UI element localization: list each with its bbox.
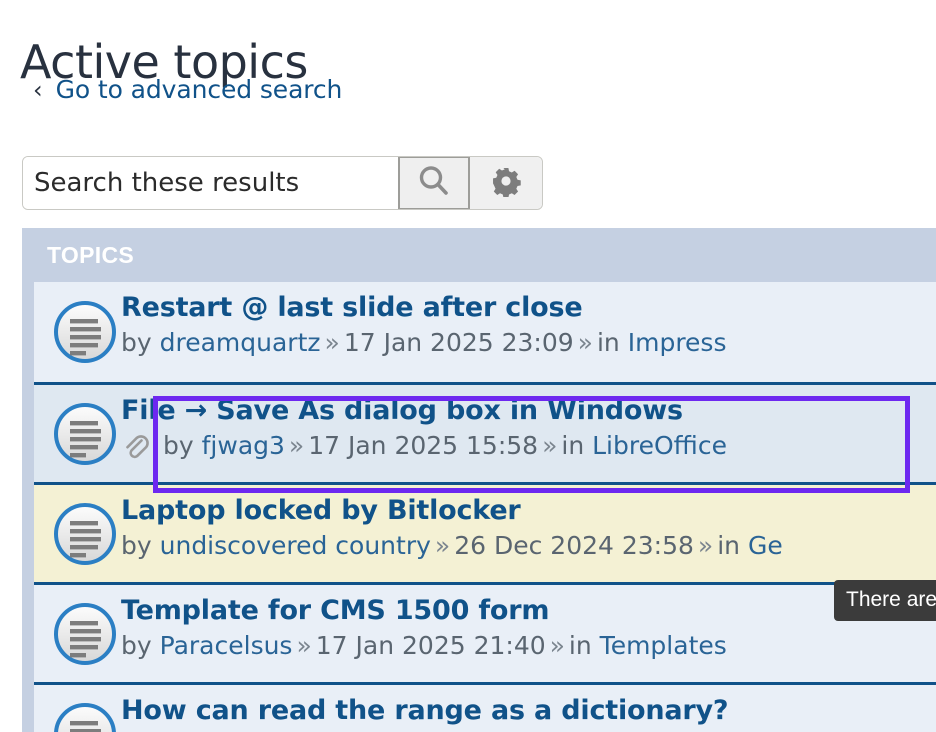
search-input[interactable] — [23, 157, 398, 209]
chevron-left-icon: ‹ — [33, 75, 43, 104]
paperclip-icon — [121, 432, 149, 460]
topic-date: 17 Jan 2025 23:09 — [343, 327, 574, 357]
topic-title-link[interactable]: File → Save As dialog box in Windows — [121, 395, 936, 428]
topic-document-icon — [49, 385, 121, 482]
search-submit-button[interactable] — [398, 157, 470, 209]
topic-row-body: How can read the range as a dictionary? — [121, 685, 936, 728]
topic-title-link[interactable]: Template for CMS 1500 form — [121, 595, 936, 628]
by-label: by — [163, 430, 194, 460]
by-label: by — [121, 630, 152, 660]
meta-separator: » — [296, 630, 312, 660]
meta-separator: » — [434, 530, 451, 560]
topic-row-body: Restart @ last slide after close by drea… — [121, 282, 936, 358]
topic-forum-link[interactable]: Templates — [600, 630, 727, 661]
topic-meta: by Paracelsus » 17 Jan 2025 21:40 » in T… — [121, 630, 936, 661]
topic-date: 17 Jan 2025 15:58 — [308, 430, 539, 460]
table-row[interactable]: How can read the range as a dictionary? — [34, 682, 936, 732]
topic-date: 26 Dec 2024 23:58 — [454, 530, 694, 560]
table-row[interactable]: Laptop locked by Bitlocker by undiscover… — [34, 482, 936, 582]
topic-list-header: TOPICS — [34, 228, 936, 282]
page-root: Active topics ‹ Go to advanced search Se… — [0, 0, 936, 732]
topic-meta: by undiscovered country » 26 Dec 2024 23… — [121, 530, 936, 561]
search-icon — [417, 164, 451, 202]
advanced-search-row: ‹ Go to advanced search — [33, 75, 342, 104]
topic-forum-link[interactable]: Ge — [748, 530, 783, 561]
topic-document-icon — [49, 585, 121, 682]
meta-separator: » — [549, 630, 565, 660]
in-label: in — [717, 530, 740, 560]
table-row[interactable]: Restart @ last slide after close by drea… — [34, 282, 936, 382]
topic-row-body: Laptop locked by Bitlocker by undiscover… — [121, 485, 936, 561]
topic-author-link[interactable]: fjwag3 — [202, 430, 285, 461]
topic-author-link[interactable]: undiscovered country — [160, 530, 431, 561]
advanced-search-link[interactable]: Go to advanced search — [56, 75, 343, 104]
topic-title-link[interactable]: Laptop locked by Bitlocker — [121, 495, 936, 528]
topic-document-icon — [49, 282, 121, 382]
topic-document-icon — [49, 685, 121, 732]
gear-icon — [490, 165, 522, 201]
meta-separator: » — [542, 430, 558, 460]
topic-title-link[interactable]: How can read the range as a dictionary? — [121, 695, 936, 728]
by-label: by — [121, 327, 152, 357]
meta-separator: » — [324, 327, 340, 357]
topic-list-panel: TOPICS Restart @ last slide after close … — [22, 228, 936, 732]
table-row[interactable]: File → Save As dialog box in Windows by … — [34, 382, 936, 482]
topic-meta: by fjwag3 » 17 Jan 2025 15:58 » in Libre… — [121, 430, 936, 461]
search-box — [22, 156, 543, 210]
in-label: in — [561, 430, 585, 460]
topic-title-link[interactable]: Restart @ last slide after close — [121, 292, 936, 325]
by-label: by — [121, 530, 152, 560]
meta-separator: » — [288, 430, 305, 460]
search-options-button[interactable] — [470, 157, 542, 209]
topic-row-body: Template for CMS 1500 form by Paracelsus… — [121, 585, 936, 661]
topic-document-icon — [49, 485, 121, 582]
topic-row-body: File → Save As dialog box in Windows by … — [121, 385, 936, 461]
in-label: in — [568, 630, 592, 660]
topic-rows: Restart @ last slide after close by drea… — [34, 282, 936, 732]
topic-author-link[interactable]: Paracelsus — [160, 630, 293, 661]
meta-separator: » — [697, 530, 714, 560]
topic-date: 17 Jan 2025 21:40 — [315, 630, 546, 660]
topic-author-link[interactable]: dreamquartz — [160, 327, 321, 358]
table-row[interactable]: Template for CMS 1500 form by Paracelsus… — [34, 582, 936, 682]
in-label: in — [596, 327, 620, 357]
tooltip: There are — [834, 580, 936, 621]
topic-meta: by dreamquartz » 17 Jan 2025 23:09 » in … — [121, 327, 936, 358]
topic-forum-link[interactable]: LibreOffice — [592, 430, 727, 461]
meta-separator: » — [577, 327, 593, 357]
topic-forum-link[interactable]: Impress — [628, 327, 727, 358]
topic-list-header-label: TOPICS — [47, 241, 135, 268]
